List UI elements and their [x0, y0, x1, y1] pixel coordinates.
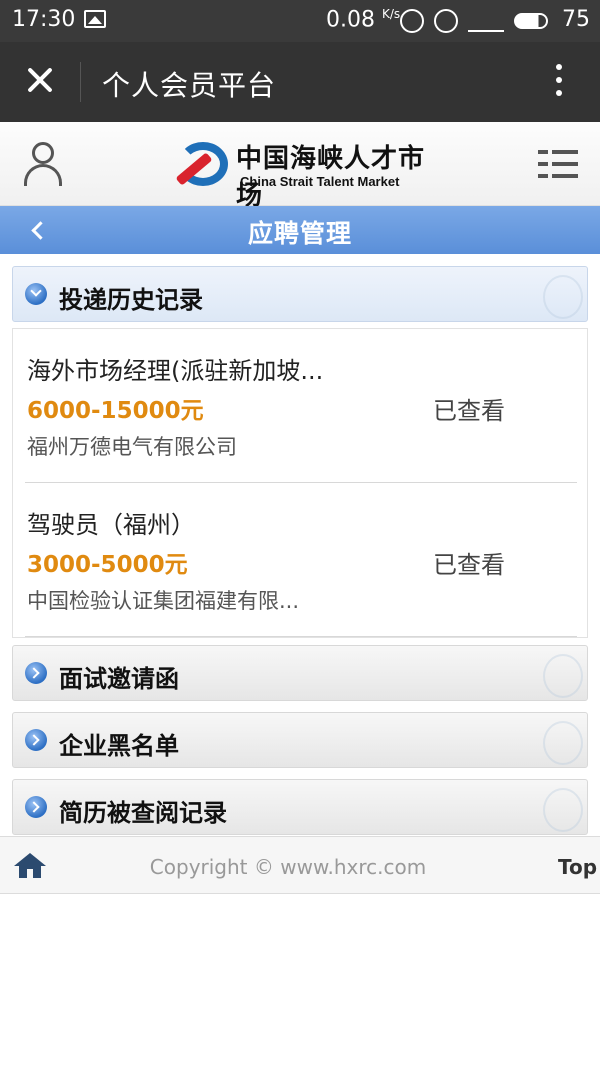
more-options-icon[interactable] — [553, 64, 565, 104]
signal-icon — [468, 10, 504, 32]
decorative-pattern-icon — [543, 654, 583, 698]
collapse-arrow-icon — [25, 283, 47, 305]
toolbar-divider — [80, 62, 81, 102]
company-name: 中国检验认证集团福建有限... — [27, 589, 300, 613]
section-interview-invitations[interactable]: 面试邀请函 — [12, 645, 588, 701]
menu-icon[interactable] — [538, 150, 578, 180]
section-label: 简历被查阅记录 — [59, 799, 227, 827]
logo-english-text: China Strait Talent Market — [240, 174, 400, 189]
list-item[interactable]: 驾驶员（福州） 3000-5000元 已查看 中国检验认证集团福建有限... — [13, 483, 589, 637]
sync-icon — [434, 9, 458, 33]
alarm-icon — [400, 9, 424, 33]
section-label: 面试邀请函 — [59, 665, 179, 693]
expand-arrow-icon — [25, 729, 47, 751]
image-notification-icon — [84, 10, 106, 28]
application-list: 海外市场经理(派驻新加坡... 6000-15000元 已查看 福州万德电气有限… — [12, 328, 588, 638]
battery-icon — [514, 13, 548, 29]
section-company-blacklist[interactable]: 企业黑名单 — [12, 712, 588, 768]
expand-arrow-icon — [25, 662, 47, 684]
clock: 17:30 — [12, 7, 76, 32]
battery-level: 75 — [562, 7, 590, 32]
status-icons — [400, 8, 548, 34]
company-name: 福州万德电气有限公司 — [27, 435, 237, 459]
view-status: 已查看 — [433, 397, 505, 425]
logo-mark-icon — [168, 140, 230, 192]
page-header: 应聘管理 — [0, 206, 600, 254]
job-title: 驾驶员（福州） — [27, 511, 195, 539]
section-label: 投递历史记录 — [59, 286, 203, 314]
section-label: 企业黑名单 — [59, 732, 179, 760]
salary: 3000-5000元 — [27, 552, 188, 578]
back-to-top-link[interactable]: Top — [558, 855, 597, 879]
view-status: 已查看 — [433, 551, 505, 579]
copyright-text: Copyright © www.hxrc.com — [149, 855, 427, 879]
status-bar: 17:30 0.08 K/s 75 — [0, 0, 600, 42]
section-resume-viewed-records[interactable]: 简历被查阅记录 — [12, 779, 588, 835]
section-application-history[interactable]: 投递历史记录 — [12, 266, 588, 322]
close-icon[interactable] — [20, 60, 60, 100]
user-icon[interactable] — [22, 142, 64, 186]
page-footer: Copyright © www.hxrc.com Top — [0, 836, 600, 894]
app-toolbar: 个人会员平台 — [0, 42, 600, 122]
site-logo[interactable]: 中国海峡人才市场 China Strait Talent Market — [168, 138, 438, 211]
page-title: 应聘管理 — [247, 219, 352, 248]
decorative-pattern-icon — [543, 788, 583, 832]
site-header: 中国海峡人才市场 China Strait Talent Market — [0, 122, 600, 211]
list-item[interactable]: 海外市场经理(派驻新加坡... 6000-15000元 已查看 福州万德电气有限… — [13, 329, 589, 483]
network-speed: 0.08 K/s — [326, 7, 401, 33]
decorative-pattern-icon — [543, 275, 583, 319]
decorative-pattern-icon — [543, 721, 583, 765]
app-title: 个人会员平台 — [102, 69, 277, 102]
job-title: 海外市场经理(派驻新加坡... — [27, 357, 324, 385]
expand-arrow-icon — [25, 796, 47, 818]
salary: 6000-15000元 — [27, 398, 204, 424]
divider — [25, 636, 577, 637]
